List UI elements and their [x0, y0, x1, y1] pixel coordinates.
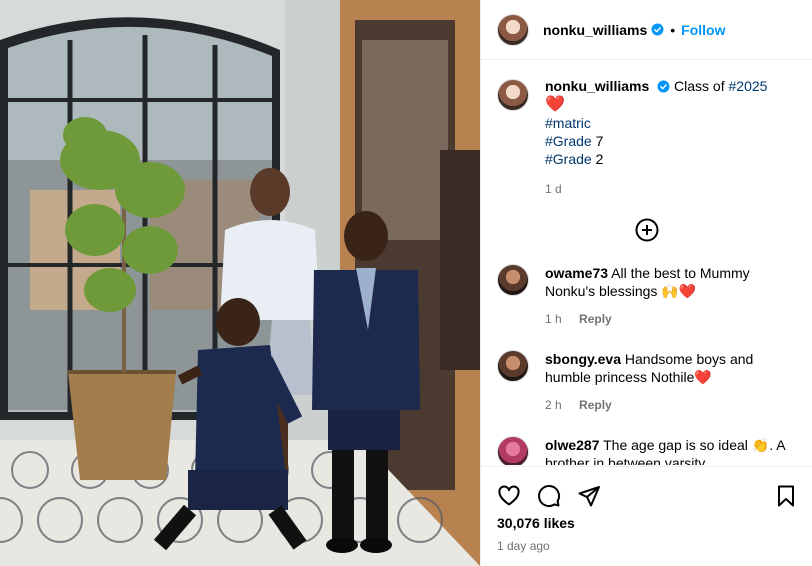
comment-meta: 2 h Reply: [545, 396, 796, 414]
verified-badge-icon: [657, 80, 670, 93]
load-more-comments[interactable]: [481, 218, 812, 242]
caption-time[interactable]: 1 d: [545, 180, 767, 198]
commenter-username[interactable]: sbongy.eva: [545, 351, 621, 367]
comment-time[interactable]: 2 h: [545, 398, 562, 412]
hashtag-grade[interactable]: #Grade: [545, 133, 592, 149]
caption-body: nonku_williams Class of #2025 ❤️ #matric…: [545, 77, 767, 198]
caption-username[interactable]: nonku_williams: [545, 78, 649, 94]
commenter-avatar[interactable]: [497, 436, 529, 465]
post-date[interactable]: 1 day ago: [481, 539, 812, 553]
bookmark-icon[interactable]: [774, 484, 798, 508]
comment-meta: 1 h Reply: [545, 310, 796, 328]
comment-time[interactable]: 1 h: [545, 312, 562, 326]
hashtag-grade[interactable]: #Grade: [545, 151, 592, 167]
comment-item: olwe287 The age gap is so ideal 👏. A bro…: [481, 436, 812, 465]
comment-body: olwe287 The age gap is so ideal 👏. A bro…: [545, 436, 796, 465]
verified-badge-icon: [651, 23, 664, 36]
comment-icon[interactable]: [537, 484, 561, 508]
commenter-avatar[interactable]: [497, 350, 529, 382]
reply-button[interactable]: Reply: [579, 398, 612, 412]
post-photo[interactable]: [0, 0, 480, 566]
heart-emoji: ❤️: [545, 96, 565, 113]
author-avatar[interactable]: [497, 13, 529, 46]
add-circle-icon[interactable]: [635, 218, 659, 242]
commenter-username[interactable]: olwe287: [545, 437, 599, 453]
post-header: nonku_williams • Follow: [481, 0, 812, 60]
comment-item: owame73 All the best to Mummy Nonku's bl…: [481, 264, 812, 328]
separator-dot: •: [670, 21, 676, 38]
photo-illustration: [0, 0, 480, 566]
hashtag-2025[interactable]: #2025: [729, 78, 768, 94]
caption-text: Class of: [674, 78, 729, 94]
likes-count[interactable]: 30,076 likes: [481, 515, 812, 531]
heart-icon[interactable]: [497, 484, 521, 508]
comment-body: owame73 All the best to Mummy Nonku's bl…: [545, 264, 796, 328]
post-caption: nonku_williams Class of #2025 ❤️ #matric…: [481, 61, 812, 198]
caption-avatar[interactable]: [497, 79, 529, 111]
reply-button[interactable]: Reply: [579, 312, 612, 326]
commenter-avatar[interactable]: [497, 264, 529, 296]
comment-item: sbongy.eva Handsome boys and humble prin…: [481, 350, 812, 414]
commenter-username[interactable]: owame73: [545, 265, 608, 281]
hashtag-matric[interactable]: #matric: [545, 115, 591, 131]
post-sidebar: nonku_williams • Follow nonku_williams C…: [480, 0, 812, 566]
grade-number: 7: [591, 133, 604, 149]
comment-body: sbongy.eva Handsome boys and humble prin…: [545, 350, 796, 414]
follow-button[interactable]: Follow: [681, 22, 725, 38]
comments-section[interactable]: nonku_williams Class of #2025 ❤️ #matric…: [481, 61, 812, 465]
post-actions: 30,076 likes 1 day ago: [481, 466, 812, 566]
share-icon[interactable]: [577, 484, 601, 508]
grade-number: 2: [591, 151, 604, 167]
author-username[interactable]: nonku_williams: [543, 22, 647, 38]
action-icons: [481, 467, 812, 513]
